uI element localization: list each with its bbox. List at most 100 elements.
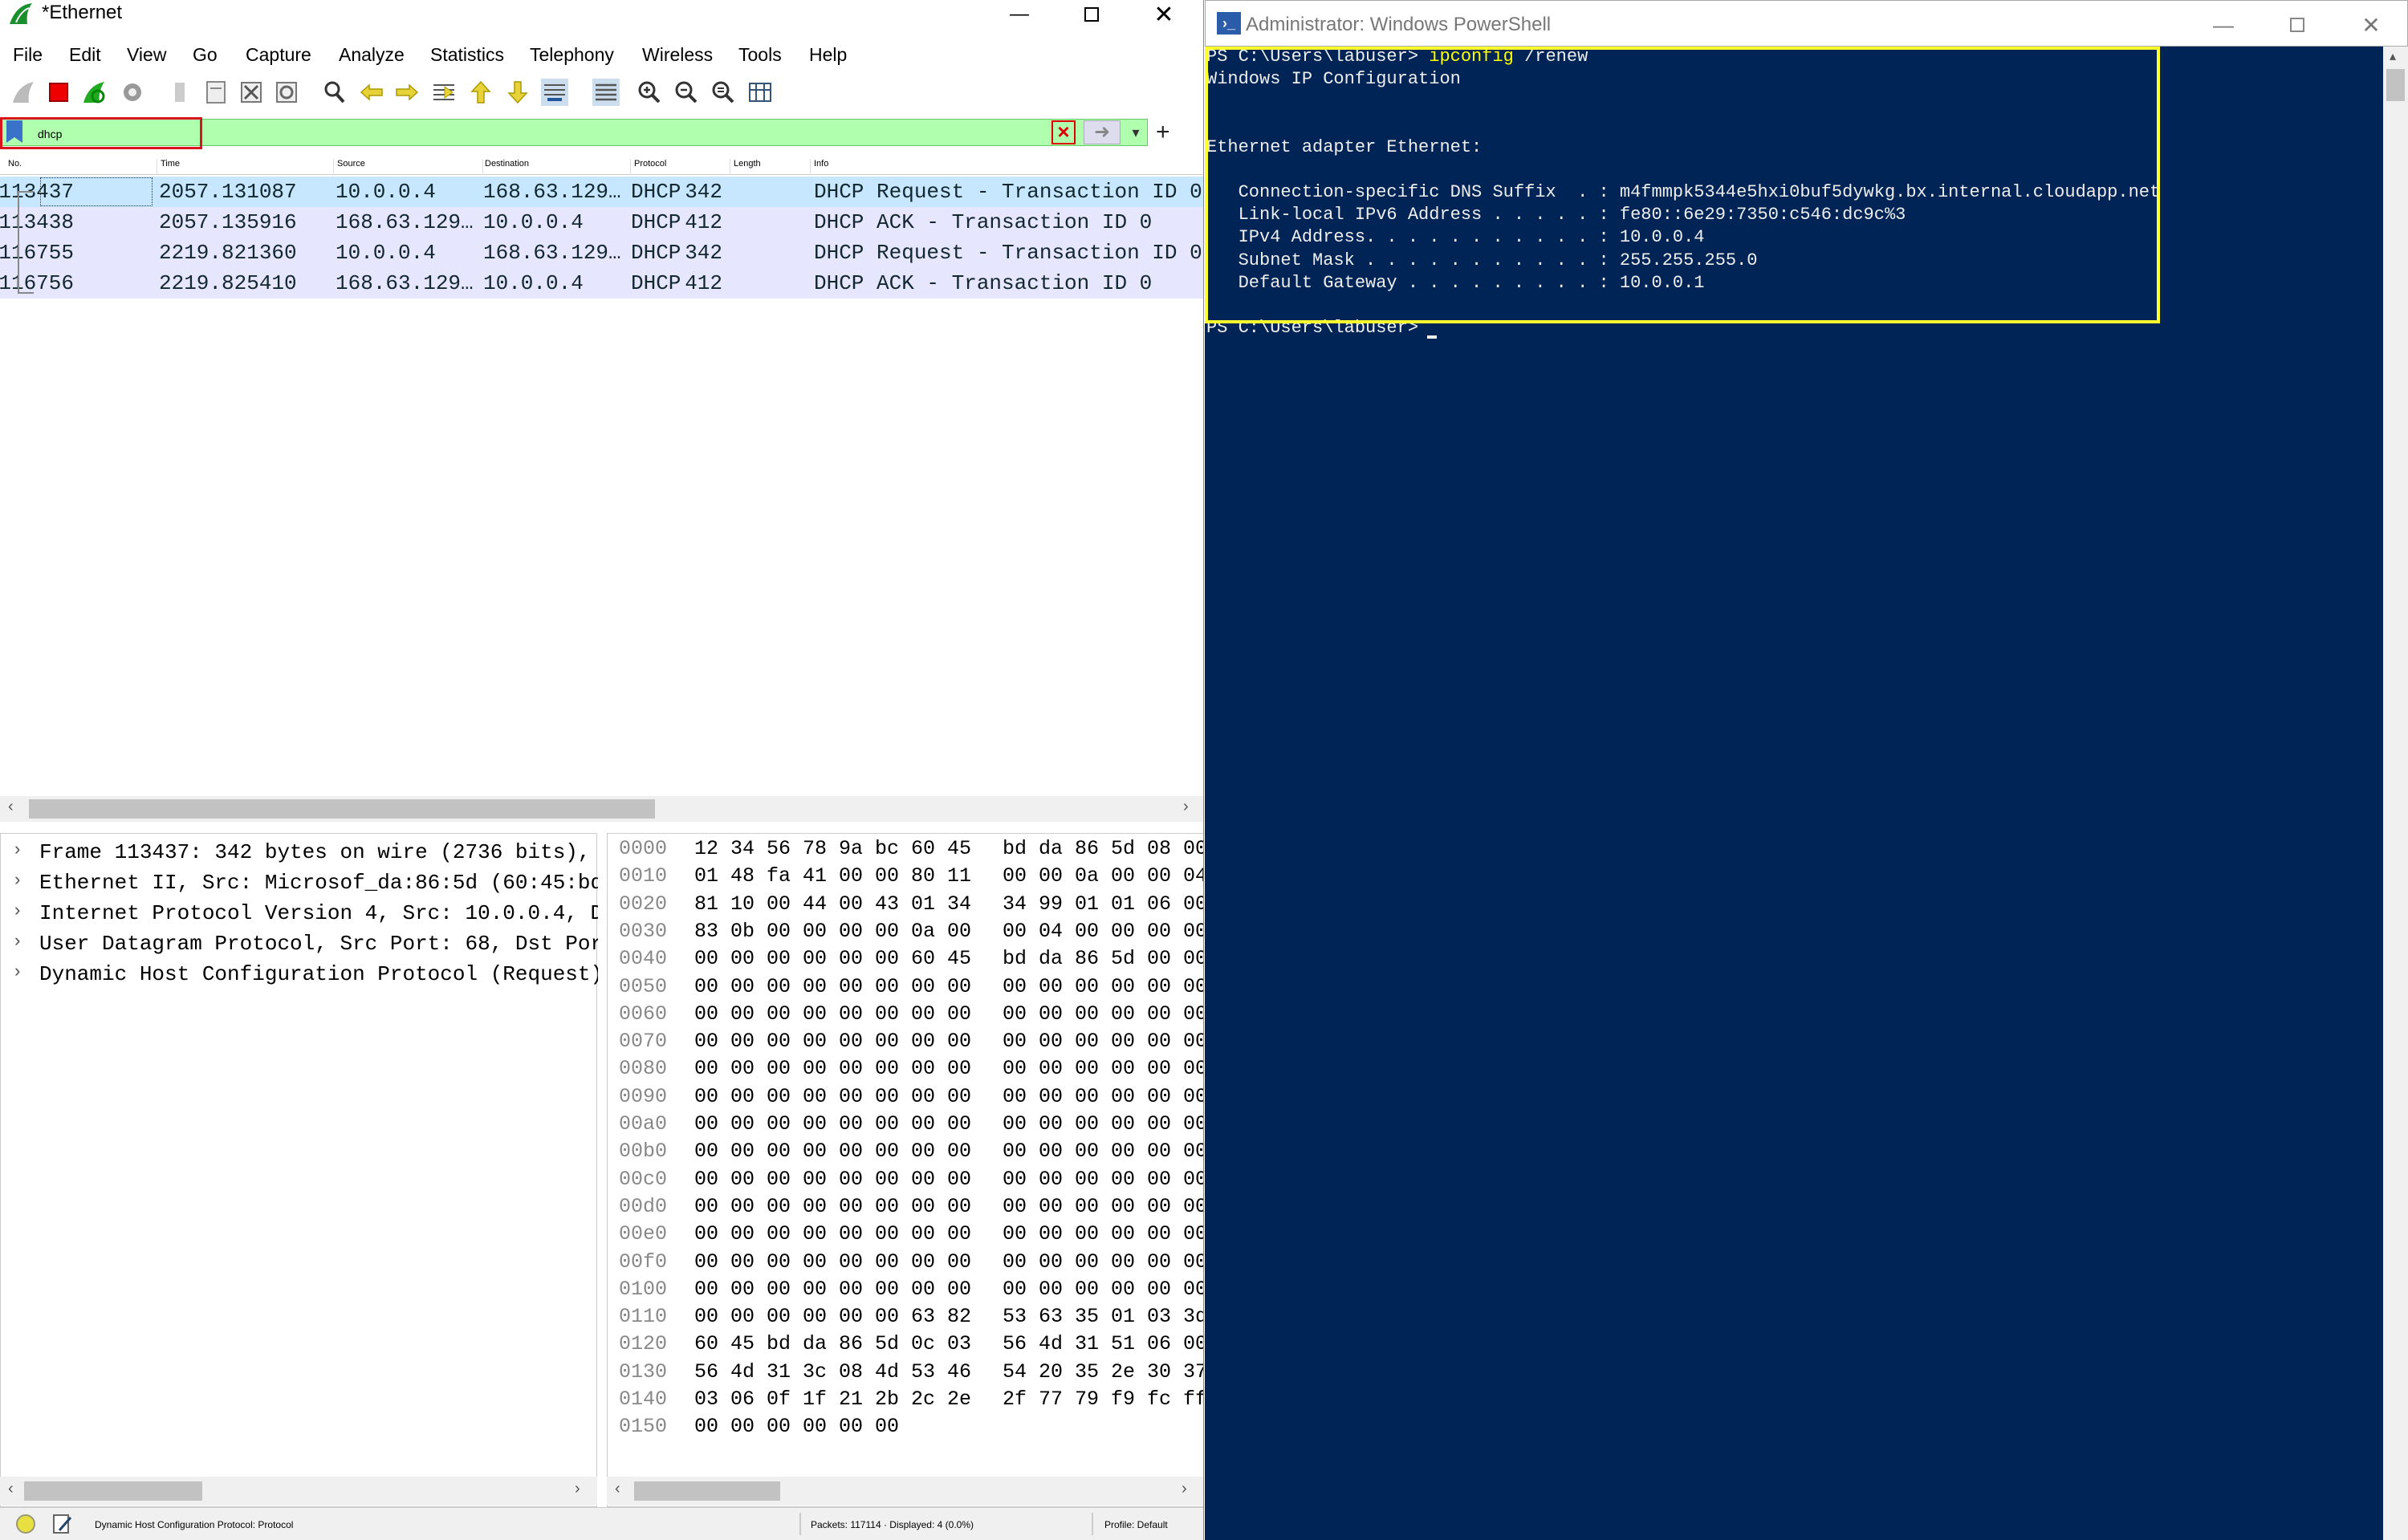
chevron-left-icon[interactable]: ‹ xyxy=(615,1480,620,1498)
restart-capture-icon[interactable] xyxy=(80,79,108,106)
menu-file[interactable]: File xyxy=(13,39,43,71)
wireshark-titlebar[interactable]: *Ethernet — ✕ xyxy=(0,0,1203,29)
column-no[interactable]: No. xyxy=(5,159,157,175)
hex-row[interactable]: 0140 03 06 0f 1f 21 2b 2c 2e 2f 77 79 f9 f… xyxy=(608,1388,1203,1415)
chevron-right-icon[interactable]: › xyxy=(575,1480,580,1498)
packet-bytes-pane[interactable]: 0000 12 34 56 78 9a bc 60 45 bd da 86 5d 0… xyxy=(607,833,1203,1507)
column-protocol[interactable]: Protocol xyxy=(631,159,730,175)
packet-details-pane[interactable]: › Frame 113437: 342 bytes on wire (2736 b… xyxy=(0,833,598,1507)
chevron-right-icon[interactable]: › xyxy=(12,962,22,982)
zoom-out-icon[interactable] xyxy=(673,79,700,106)
hex-row[interactable]: 00f0 00 00 00 00 00 00 00 00 00 00 00 00 0… xyxy=(608,1250,1203,1278)
close-file-icon[interactable] xyxy=(238,79,265,106)
hex-row[interactable]: 0090 00 00 00 00 00 00 00 00 00 00 00 00 0… xyxy=(608,1085,1203,1112)
capture-options-icon[interactable] xyxy=(119,79,146,106)
chevron-left-icon[interactable]: ‹ xyxy=(8,1480,14,1498)
column-time[interactable]: Time xyxy=(157,159,334,175)
chevron-down-icon[interactable]: ▾ xyxy=(1124,120,1148,144)
column-destination[interactable]: Destination xyxy=(482,159,631,175)
hex-row[interactable]: 0030 83 0b 00 00 00 00 0a 00 00 04 00 00 0… xyxy=(608,920,1203,947)
edit-comment-icon[interactable] xyxy=(51,1513,74,1535)
maximize-button[interactable] xyxy=(1056,0,1127,29)
hex-row[interactable]: 0010 01 48 fa 41 00 00 80 11 00 00 0a 00 0… xyxy=(608,864,1203,892)
chevron-right-icon[interactable]: › xyxy=(12,901,22,921)
packet-row[interactable]: 116755 2219.821360 10.0.0.4 168.63.129… DHCP… xyxy=(0,238,1203,268)
hex-row[interactable]: 0110 00 00 00 00 00 00 63 82 53 63 35 01 0… xyxy=(608,1305,1203,1332)
hex-row[interactable]: 0080 00 00 00 00 00 00 00 00 00 00 00 00 0… xyxy=(608,1057,1203,1084)
detail-tree-item[interactable]: › Internet Protocol Version 4, Src: 10.0.… xyxy=(1,898,598,928)
hex-row[interactable]: 0150 00 00 00 00 00 00 xyxy=(608,1415,1203,1442)
console-vscrollbar[interactable]: ▴ xyxy=(2383,47,2408,1540)
hex-row[interactable]: 00c0 00 00 00 00 00 00 00 00 00 00 00 00 0… xyxy=(608,1168,1203,1195)
go-first-packet-icon[interactable] xyxy=(467,79,494,106)
scroll-thumb[interactable] xyxy=(24,1481,202,1501)
open-file-icon[interactable] xyxy=(167,79,194,106)
minimize-button[interactable]: — xyxy=(984,0,1055,29)
go-to-packet-icon[interactable] xyxy=(430,79,458,106)
hex-row[interactable]: 0060 00 00 00 00 00 00 00 00 00 00 00 00 0… xyxy=(608,1002,1203,1030)
detail-tree-item[interactable]: › Ethernet II, Src: Microsof_da:86:5d (60… xyxy=(1,868,598,898)
packet-list-hscrollbar[interactable]: ‹ › xyxy=(0,796,1203,822)
go-last-packet-icon[interactable] xyxy=(504,79,531,106)
column-source[interactable]: Source xyxy=(334,159,483,175)
minimize-button[interactable]: — xyxy=(2186,7,2260,43)
column-length[interactable]: Length xyxy=(730,159,811,175)
find-packet-icon[interactable] xyxy=(321,79,348,106)
detail-tree-item[interactable]: › Dynamic Host Configuration Protocol (Re… xyxy=(1,959,598,989)
save-file-icon[interactable] xyxy=(202,79,230,106)
hex-row[interactable]: 0040 00 00 00 00 00 00 60 45 bd da 86 5d 0… xyxy=(608,947,1203,974)
start-capture-icon[interactable] xyxy=(10,79,37,106)
hex-row[interactable]: 0100 00 00 00 00 00 00 00 00 00 00 00 00 0… xyxy=(608,1278,1203,1305)
chevron-right-icon[interactable]: › xyxy=(12,932,22,952)
packet-row[interactable]: 116756 2219.825410 168.63.129… 10.0.0.4 DHCP… xyxy=(0,268,1203,299)
hex-row[interactable]: 0120 60 45 bd da 86 5d 0c 03 56 4d 31 51 0… xyxy=(608,1332,1203,1359)
hex-row[interactable]: 00d0 00 00 00 00 00 00 00 00 00 00 00 00 0… xyxy=(608,1195,1203,1222)
chevron-right-icon[interactable]: › xyxy=(1182,1480,1187,1498)
apply-filter-icon[interactable]: ➜ xyxy=(1084,120,1121,144)
status-profile[interactable]: Profile: Default xyxy=(1104,1519,1168,1530)
hex-row[interactable]: 0130 56 4d 31 3c 08 4d 53 46 54 20 35 2e 3… xyxy=(608,1360,1203,1388)
packet-row[interactable]: 113438 2057.135916 168.63.129… 10.0.0.4 DHCP… xyxy=(0,207,1203,238)
menu-analyze[interactable]: Analyze xyxy=(339,39,405,71)
hex-row[interactable]: 00b0 00 00 00 00 00 00 00 00 00 00 00 00 0… xyxy=(608,1140,1203,1167)
maximize-button[interactable] xyxy=(2260,7,2334,43)
menu-tools[interactable]: Tools xyxy=(738,39,782,71)
close-button[interactable]: ✕ xyxy=(1129,0,1199,29)
hex-row[interactable]: 0000 12 34 56 78 9a bc 60 45 bd da 86 5d 0… xyxy=(608,837,1203,864)
menu-edit[interactable]: Edit xyxy=(69,39,101,71)
go-back-icon[interactable] xyxy=(358,79,385,106)
hex-row[interactable]: 00e0 00 00 00 00 00 00 00 00 00 00 00 00 0… xyxy=(608,1222,1203,1249)
detail-tree-item[interactable]: › Frame 113437: 342 bytes on wire (2736 b… xyxy=(1,837,598,868)
menu-view[interactable]: View xyxy=(127,39,166,71)
detail-tree-item[interactable]: › User Datagram Protocol, Src Port: 68, D… xyxy=(1,928,598,959)
packet-list[interactable]: No. Time Source Destination Protocol Len… xyxy=(0,154,1203,796)
resize-columns-icon[interactable] xyxy=(746,79,774,106)
add-filter-button-icon[interactable]: + xyxy=(1156,119,1170,146)
chevron-right-icon[interactable]: › xyxy=(1183,798,1189,816)
chevron-right-icon[interactable]: › xyxy=(12,871,22,891)
clear-filter-icon[interactable]: × xyxy=(1051,120,1076,144)
menu-statistics[interactable]: Statistics xyxy=(430,39,504,71)
stop-capture-icon[interactable] xyxy=(45,79,72,106)
hex-row[interactable]: 00a0 00 00 00 00 00 00 00 00 00 00 00 00 0… xyxy=(608,1112,1203,1140)
menu-wireless[interactable]: Wireless xyxy=(642,39,713,71)
zoom-in-icon[interactable] xyxy=(636,79,663,106)
chevron-left-icon[interactable]: ‹ xyxy=(8,798,14,816)
menu-telephony[interactable]: Telephony xyxy=(530,39,614,71)
go-forward-icon[interactable] xyxy=(393,79,421,106)
expert-info-icon[interactable] xyxy=(16,1514,35,1534)
hex-row[interactable]: 0070 00 00 00 00 00 00 00 00 00 00 00 00 0… xyxy=(608,1030,1203,1057)
column-info[interactable]: Info xyxy=(811,159,1203,175)
details-hscrollbar[interactable]: ‹ › xyxy=(0,1477,597,1505)
hex-row[interactable]: 0020 81 10 00 44 00 43 01 34 34 99 01 01 0… xyxy=(608,892,1203,920)
colorize-icon[interactable] xyxy=(592,79,620,106)
bytes-hscrollbar[interactable]: ‹ › xyxy=(607,1477,1203,1505)
auto-scroll-icon[interactable] xyxy=(541,79,568,106)
menu-capture[interactable]: Capture xyxy=(246,39,311,71)
scroll-thumb[interactable] xyxy=(29,799,655,819)
packet-row[interactable]: 113437 2057.131087 10.0.0.4 168.63.129… DHCP… xyxy=(0,177,1203,207)
scroll-thumb[interactable] xyxy=(2386,69,2405,101)
normal-size-icon[interactable] xyxy=(710,79,737,106)
powershell-titlebar[interactable]: ›_ Administrator: Windows PowerShell — ✕ xyxy=(1205,0,2408,47)
close-button[interactable]: ✕ xyxy=(2334,7,2408,43)
